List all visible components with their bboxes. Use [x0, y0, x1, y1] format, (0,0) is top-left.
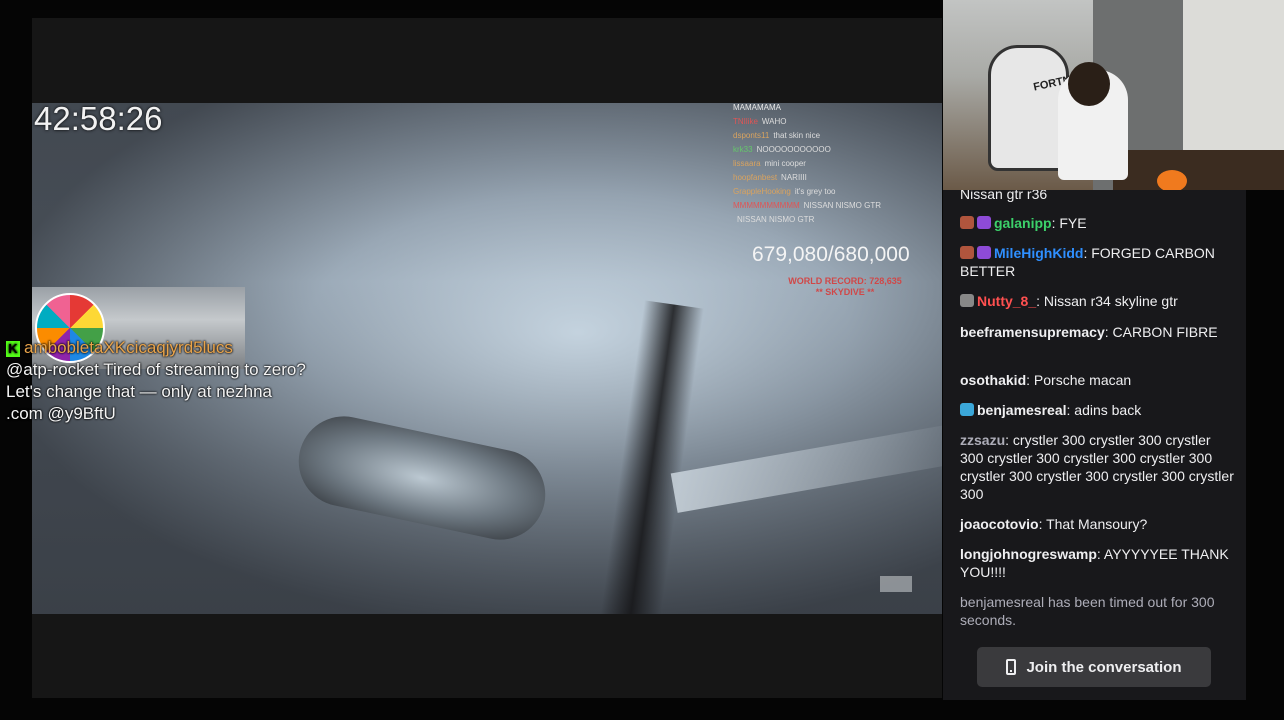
overlay-chat-text: NISSAN NISMO GTR: [803, 201, 881, 210]
user-badge-icon: [960, 246, 974, 259]
chat-message: osothakid: Porsche macan: [960, 371, 1235, 389]
desk: [1113, 150, 1284, 190]
overlay-chat-text: that skin nice: [773, 131, 821, 140]
chat-separator: :: [1026, 372, 1034, 388]
chat-username[interactable]: Nutty_8_: [977, 293, 1036, 309]
overlay-chat-text: mini cooper: [764, 159, 806, 168]
overlay-chat-username: krk33: [733, 145, 753, 154]
chat-text: Nissan gtr r36: [960, 190, 1048, 202]
overlay-chat-text: NARIIII: [781, 173, 807, 182]
chat-text: FYE: [1059, 215, 1087, 231]
overlay-chat-line: dsponts11 that skin nice: [733, 129, 933, 143]
join-conversation-button[interactable]: Join the conversation: [977, 647, 1211, 687]
system-message: benjamesreal has been timed out for 300 …: [960, 594, 1215, 628]
overlay-chat-username: TNIlike: [733, 117, 758, 126]
chat-panel: Nissan gtr r36 galanipp: FYE MileHighKidd:…: [943, 190, 1246, 700]
overlay-chat-line: GrappleHooking it's grey too: [733, 185, 933, 199]
chat-text: That Mansoury?: [1046, 516, 1148, 532]
chat-username[interactable]: osothakid: [960, 372, 1026, 388]
overlay-chat-text: NOOOOOOOOOOO: [756, 145, 831, 154]
chat-message: Nissan gtr r36: [960, 190, 1235, 203]
overlay-chat-username: MAMAMAMA: [733, 103, 781, 112]
chat-message: joaocotovio: That Mansoury?: [960, 515, 1235, 533]
kick-alert-message: @atp-rocket Tired of streaming to zero? …: [6, 360, 306, 423]
join-conversation-label: Join the conversation: [1026, 658, 1182, 676]
chat-message: galanipp: FYE: [960, 214, 1235, 232]
basketball: [1157, 170, 1187, 190]
phone-icon: [1006, 659, 1017, 675]
subathon-counter: 679,080/680,000: [752, 243, 910, 266]
chat-username[interactable]: benjamesreal: [977, 402, 1067, 418]
chat-username[interactable]: galanipp: [994, 215, 1052, 231]
overlay-chat-text: WAHO: [761, 117, 787, 126]
overlay-chat-text: it's grey too: [794, 187, 836, 196]
overlay-chat-line: lissaara mini cooper: [733, 157, 933, 171]
chat-message: beeframensupremacy: CARBON FIBRE: [960, 323, 1235, 341]
chat-username[interactable]: zzsazu: [960, 432, 1005, 448]
record-line-2: ** SKYDIVE **: [815, 287, 875, 297]
kick-logo-icon: K: [6, 340, 20, 357]
user-badge-icon: [960, 216, 974, 229]
overlay-chat-line: NISSAN NISMO GTR: [733, 213, 933, 227]
user-badge-icon: [977, 246, 991, 259]
chat-text: Porsche macan: [1033, 372, 1132, 388]
chat-separator: :: [1005, 432, 1013, 448]
chat-separator: :: [1096, 546, 1104, 562]
chat-username[interactable]: beeframensupremacy: [960, 324, 1105, 340]
cam-door: [1183, 0, 1284, 150]
streamer-head: [1068, 62, 1110, 106]
chat-text: Nissan r34 skyline gtr: [1043, 293, 1178, 309]
overlay-chat-username: lissaara: [733, 159, 761, 168]
overlay-chat-line: MAMAMAMA: [733, 101, 933, 115]
chat-separator: :: [1036, 293, 1044, 309]
overlay-chat-username: GrappleHooking: [733, 187, 791, 196]
car-door-handle: [290, 407, 554, 549]
chat-separator: :: [1104, 324, 1113, 340]
car-door-seam: [600, 300, 704, 614]
overlay-chat-username: MMMMMMMMMM: [733, 201, 800, 210]
overlay-chat-line: MMMMMMMMMM NISSAN NISMO GTR: [733, 199, 933, 213]
world-record-label: WORLD RECORD: 728,635 ** SKYDIVE **: [745, 276, 945, 298]
overlay-chat-username: hoopfanbest: [733, 173, 778, 182]
chat-text: CARBON FIBRE: [1112, 324, 1218, 340]
overlay-chat: MAMAMAMA TNIlike WAHO dsponts11 that skin ni…: [733, 101, 933, 227]
chat-text: adins back: [1074, 402, 1142, 418]
overlay-chat-line: hoopfanbest NARIIII: [733, 171, 933, 185]
kick-chat-alert: KambobletaXKcicaqjyrd5lucs @atp-rocket T…: [6, 337, 306, 425]
chat-username[interactable]: MileHighKidd: [994, 245, 1083, 261]
chat-message: zzsazu: crystler 300 crystler 300 crystl…: [960, 431, 1235, 503]
chat-message: benjamesreal: adins back: [960, 401, 1235, 419]
overlay-chat-line: TNIlike WAHO: [733, 115, 933, 129]
chat-username[interactable]: longjohnogreswamp: [960, 546, 1097, 562]
overlay-chat-text: NISSAN NISMO GTR: [737, 215, 815, 224]
chat-message: longjohnogreswamp: AYYYYYEE THANK YOU!!!…: [960, 545, 1235, 581]
user-badge-icon: [960, 403, 974, 416]
user-badge-icon: [977, 216, 991, 229]
chat-message: Nutty_8_: Nissan r34 skyline gtr: [960, 292, 1235, 310]
watermark-icon: [880, 576, 912, 592]
chat-separator: :: [1038, 516, 1047, 532]
chat-message: MileHighKidd: FORGED CARBON BETTER: [960, 244, 1235, 280]
car-panel-highlight: [670, 423, 942, 513]
streamer-webcam: FORTNITE: [943, 0, 1284, 190]
kick-alert-username: ambobletaXKcicaqjyrd5lucs: [24, 338, 233, 357]
overlay-chat-line: krk33 NOOOOOOOOOOO: [733, 143, 933, 157]
overlay-chat-username: dsponts11: [733, 131, 770, 140]
gaming-chair: [988, 45, 1069, 171]
user-badge-icon: [960, 294, 974, 307]
stream-timer: 42:58:26: [34, 100, 163, 137]
chat-username[interactable]: joaocotovio: [960, 516, 1039, 532]
record-line-1: WORLD RECORD: 728,635: [788, 276, 902, 286]
